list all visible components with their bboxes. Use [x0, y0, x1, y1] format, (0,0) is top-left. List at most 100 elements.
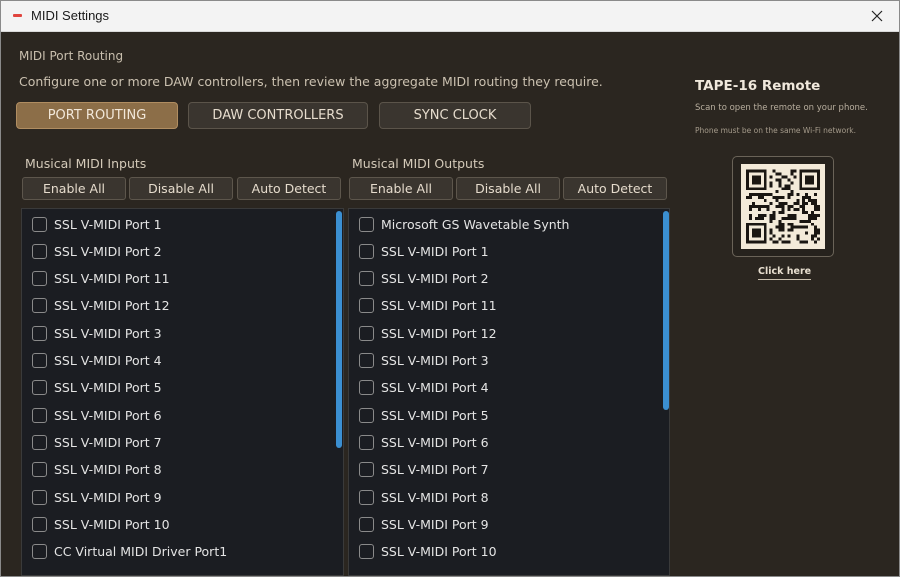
section-description: Configure one or more DAW controllers, t… [19, 74, 603, 89]
output-checkbox[interactable] [359, 462, 374, 478]
input-list-item[interactable]: SSL V-MIDI Port 6 [32, 405, 162, 425]
input-checkbox[interactable] [32, 243, 47, 259]
output-checkbox[interactable] [359, 380, 374, 396]
inputs-list[interactable]: SSL V-MIDI Port 1 SSL V-MIDI Port 2 SSL V-… [21, 208, 344, 576]
inputs-auto-detect-button[interactable]: Auto Detect [237, 177, 341, 200]
close-icon [871, 10, 883, 22]
output-checkbox[interactable] [359, 407, 374, 423]
section-title: MIDI Port Routing [19, 49, 124, 63]
input-port-label: SSL V-MIDI Port 8 [54, 462, 162, 478]
input-checkbox[interactable] [32, 434, 47, 450]
output-checkbox[interactable] [359, 544, 374, 560]
qr-code-frame [732, 156, 834, 257]
outputs-enable-all-button[interactable]: Enable All [349, 177, 453, 200]
output-port-label: SSL V-MIDI Port 11 [381, 298, 497, 314]
outputs-list[interactable]: Microsoft GS Wavetable Synth SSL V-MIDI P… [348, 208, 670, 576]
inputs-disable-all-button[interactable]: Disable All [129, 177, 233, 200]
tab-sync-clock[interactable]: SYNC CLOCK [379, 102, 531, 129]
output-port-label: SSL V-MIDI Port 5 [381, 407, 489, 423]
output-checkbox[interactable] [359, 516, 374, 532]
input-port-label: SSL V-MIDI Port 9 [54, 489, 162, 505]
output-list-item[interactable]: SSL V-MIDI Port 12 [359, 323, 497, 343]
output-port-label: SSL V-MIDI Port 4 [381, 380, 489, 396]
output-list-item[interactable]: SSL V-MIDI Port 1 [359, 241, 489, 261]
output-list-item[interactable]: SSL V-MIDI Port 6 [359, 432, 489, 452]
output-port-label: SSL V-MIDI Port 1 [381, 243, 489, 259]
input-list-item[interactable]: SSL V-MIDI Port 10 [32, 514, 170, 534]
output-port-label: SSL V-MIDI Port 7 [381, 462, 489, 478]
remote-network-note: Phone must be on the same Wi-Fi network. [695, 126, 857, 135]
input-list-item[interactable]: SSL V-MIDI Port 5 [32, 378, 162, 398]
outputs-label: Musical MIDI Outputs [352, 156, 485, 171]
input-checkbox[interactable] [32, 216, 47, 232]
inputs-scrollbar[interactable] [336, 211, 342, 448]
midi-settings-window: MIDI Settings MIDI Port Routing Configur… [0, 0, 900, 577]
output-checkbox[interactable] [359, 298, 374, 314]
input-port-label: SSL V-MIDI Port 5 [54, 380, 162, 396]
inputs-label: Musical MIDI Inputs [25, 156, 147, 171]
input-list-item[interactable]: CC Virtual MIDI Driver Port1 [32, 542, 227, 562]
click-here-link[interactable]: Click here [758, 266, 812, 280]
output-list-item[interactable]: SSL V-MIDI Port 8 [359, 487, 489, 507]
output-list-item[interactable]: SSL V-MIDI Port 10 [359, 542, 497, 562]
output-checkbox[interactable] [359, 434, 374, 450]
close-button[interactable] [855, 1, 899, 31]
output-list-item[interactable]: SSL V-MIDI Port 2 [359, 269, 489, 289]
input-checkbox[interactable] [32, 407, 47, 423]
input-checkbox[interactable] [32, 489, 47, 505]
input-port-label: SSL V-MIDI Port 6 [54, 407, 162, 423]
input-checkbox[interactable] [32, 271, 47, 287]
input-port-label: SSL V-MIDI Port 11 [54, 271, 170, 287]
outputs-auto-detect-button[interactable]: Auto Detect [563, 177, 667, 200]
output-checkbox[interactable] [359, 243, 374, 259]
output-port-label: SSL V-MIDI Port 3 [381, 353, 489, 368]
output-list-item[interactable]: SSL V-MIDI Port 9 [359, 514, 489, 534]
input-list-item[interactable]: SSL V-MIDI Port 2 [32, 241, 162, 261]
output-list-item[interactable]: SSL V-MIDI Port 7 [359, 460, 489, 480]
output-list-item[interactable]: SSL V-MIDI Port 11 [359, 296, 497, 316]
qr-code-background [741, 164, 825, 249]
input-list-item[interactable]: SSL V-MIDI Port 7 [32, 432, 162, 452]
title-bar: MIDI Settings [1, 1, 899, 32]
input-list-item[interactable]: SSL V-MIDI Port 4 [32, 351, 162, 371]
output-port-label: SSL V-MIDI Port 6 [381, 434, 489, 450]
input-checkbox[interactable] [32, 544, 47, 560]
input-list-item[interactable]: SSL V-MIDI Port 1 [32, 214, 162, 234]
output-list-item[interactable]: SSL V-MIDI Port 5 [359, 405, 489, 425]
outputs-scrollbar[interactable] [663, 211, 669, 410]
output-checkbox[interactable] [359, 325, 374, 341]
outputs-disable-all-button[interactable]: Disable All [456, 177, 560, 200]
output-list-item[interactable]: SSL V-MIDI Port 4 [359, 378, 489, 398]
input-list-item[interactable]: SSL V-MIDI Port 11 [32, 269, 170, 289]
input-checkbox[interactable] [32, 325, 47, 341]
input-list-item[interactable]: SSL V-MIDI Port 12 [32, 296, 170, 316]
input-port-label: SSL V-MIDI Port 1 [54, 216, 162, 232]
output-checkbox[interactable] [359, 489, 374, 505]
input-checkbox[interactable] [32, 353, 47, 368]
output-port-label: SSL V-MIDI Port 9 [381, 516, 489, 532]
output-checkbox[interactable] [359, 353, 374, 368]
tab-port-routing[interactable]: PORT ROUTING [16, 102, 178, 129]
output-port-label: SSL V-MIDI Port 12 [381, 325, 497, 341]
remote-title: TAPE-16 Remote [695, 78, 821, 94]
inputs-enable-all-button[interactable]: Enable All [22, 177, 126, 200]
tab-daw-controllers[interactable]: DAW CONTROLLERS [188, 102, 368, 129]
input-list-item[interactable]: SSL V-MIDI Port 9 [32, 487, 162, 507]
input-list-item[interactable]: SSL V-MIDI Port 3 [32, 323, 162, 343]
output-list-item[interactable]: Microsoft GS Wavetable Synth [359, 214, 569, 234]
input-port-label: SSL V-MIDI Port 10 [54, 516, 170, 532]
input-checkbox[interactable] [32, 516, 47, 532]
app-icon [13, 14, 22, 17]
output-list-item[interactable]: SSL V-MIDI Port 3 [359, 351, 489, 371]
input-list-item[interactable]: SSL V-MIDI Port 8 [32, 460, 162, 480]
content-area: MIDI Port Routing Configure one or more … [1, 32, 899, 576]
input-checkbox[interactable] [32, 462, 47, 478]
input-port-label: CC Virtual MIDI Driver Port1 [54, 544, 228, 560]
input-checkbox[interactable] [32, 298, 47, 314]
input-port-label: SSL V-MIDI Port 3 [54, 325, 162, 341]
output-checkbox[interactable] [359, 271, 374, 287]
output-checkbox[interactable] [359, 216, 374, 232]
input-checkbox[interactable] [32, 380, 47, 396]
output-port-label: SSL V-MIDI Port 8 [381, 489, 489, 505]
window-title: MIDI Settings [31, 8, 110, 23]
